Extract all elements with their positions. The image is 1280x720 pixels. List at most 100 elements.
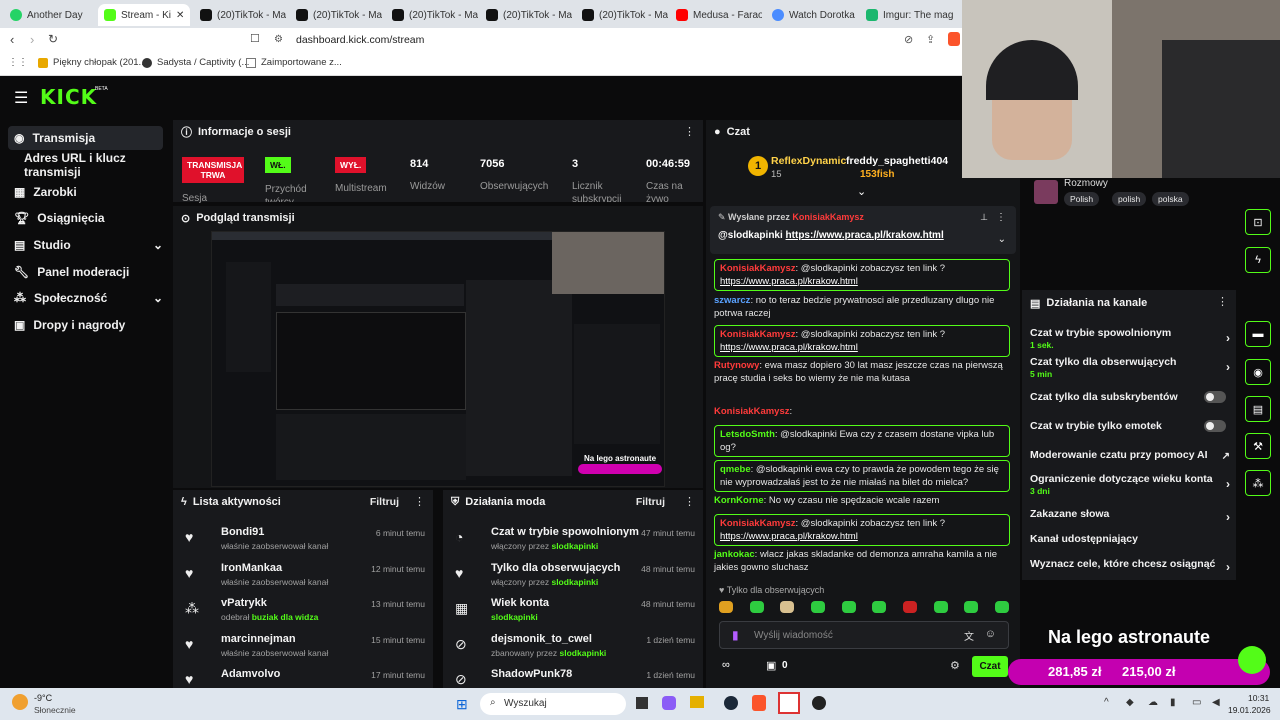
volume-icon[interactable]: ◀ [1212,697,1220,708]
emote[interactable] [994,601,1009,613]
rail-layout-button[interactable]: ▤ [1245,396,1271,422]
clock-date[interactable]: 19.01.2026 [1228,705,1271,715]
nav-studio[interactable]: ▤ Studio ⌄ [8,233,163,257]
windows-start-icon[interactable]: ⊞ [456,696,468,713]
bookmark-item[interactable]: Sadysta / Captivity (... [142,57,249,68]
nav-adres-url[interactable]: Adres URL i klucz transmisji [8,151,163,179]
tray-chevron-icon[interactable]: ^ [1104,697,1109,708]
setting-ai-moderation[interactable]: Moderowanie czatu przy pomocy AI ↗ [1030,449,1230,462]
chat-username[interactable]: KornKorne [714,495,764,506]
browser-tab[interactable]: Watch Dorotka | [766,4,858,26]
url-field[interactable]: dashboard.kick.com/stream [296,34,424,46]
file-explorer-icon[interactable] [690,696,704,708]
tray-app-icon[interactable]: ◆ [1126,697,1134,708]
chat-username[interactable]: LetsdoSmth [720,429,775,440]
camera-off-icon[interactable]: ⊘ [904,33,913,46]
reload-icon[interactable]: ↻ [48,32,58,46]
browser-tab[interactable]: (20)TikTok - Make [576,4,668,26]
nav-transmisja[interactable]: ◉ Transmisja [8,126,163,150]
nav-zarobki[interactable]: ▦ Zarobki [8,180,163,204]
app-icon[interactable] [778,692,800,714]
chat-username[interactable]: KonisiakKamysz [720,518,796,529]
chat-link[interactable]: https://www.praca.pl/krakow.html [720,342,858,353]
kick-logo[interactable]: KICK [40,85,97,109]
browser-tab[interactable]: (20)TikTok - Make [290,4,382,26]
send-chat-button[interactable]: Czat [972,656,1008,677]
browser-tab[interactable]: Another Day [4,4,94,26]
more-icon[interactable]: ⋮ [996,212,1006,223]
task-view-icon[interactable] [636,697,648,709]
top-fan-name[interactable]: freddy_spaghetti404 [846,155,948,167]
browser-tab[interactable]: Imgur: The magi [860,4,954,26]
close-icon[interactable]: ✕ [176,10,184,21]
top-gifter-name[interactable]: ReflexDynamic [771,155,846,167]
browser-tab[interactable]: Medusa - Faraon [670,4,762,26]
nav-osiagniecia[interactable]: 🏆︎ Osiągnięcia [8,206,163,230]
setting-sharing-channel[interactable]: Kanał udostępniający [1030,533,1230,545]
more-icon[interactable]: ⋮ [1217,295,1228,308]
setting-banned-words[interactable]: Zakazane słowa › [1030,508,1230,524]
brave-icon[interactable] [752,695,766,711]
tag[interactable]: polish [1112,192,1147,206]
back-icon[interactable]: ‹ [10,32,14,47]
tray-cloud-icon[interactable]: ☁ [1148,697,1158,708]
rail-camera-button[interactable]: ⊡ [1245,209,1271,235]
toggle-switch[interactable] [1204,391,1226,403]
nav-spolecznosc[interactable]: ⁂ Społeczność ⌄ [8,286,163,310]
menu-icon[interactable]: ☰ [14,88,28,108]
setting-slow-mode[interactable]: Czat w trybie spowolnionym 1 sek. › [1030,327,1230,350]
rail-bolt-button[interactable]: ϟ [1245,247,1271,273]
chat-username[interactable]: jankokac [714,549,755,560]
emote[interactable] [902,601,917,613]
mic-icon[interactable]: ▮ [732,628,739,642]
chat-input-placeholder[interactable]: Wyślij wiadomość [754,630,833,641]
copilot-icon[interactable] [662,696,676,710]
chat-username[interactable]: KonisiakKamysz [720,263,796,274]
network-icon[interactable]: ▭ [1192,697,1201,708]
mic-icon[interactable]: ▮ [1170,697,1176,708]
rail-chat-button[interactable]: ▬ [1245,321,1271,347]
emote[interactable] [841,601,856,613]
tag[interactable]: Polish [1064,192,1100,206]
emote[interactable] [964,601,979,613]
taskbar-search[interactable]: ⌕ Wyszukaj [480,693,626,715]
chat-username[interactable]: KonisiakKamysz [720,329,796,340]
points-icon[interactable]: ▣ [766,659,776,672]
gear-icon[interactable]: ⚙ [950,659,960,672]
nav-dropy[interactable]: ▣ Dropy i nagrody [8,313,163,337]
more-icon[interactable]: ⋮ [684,125,695,138]
chat-username[interactable]: Rutynowy [714,360,759,371]
bookmark-icon[interactable]: ☐ [250,32,260,45]
clock-time[interactable]: 10:31 [1248,693,1269,703]
chevron-down-icon[interactable]: ⌄ [857,185,866,198]
infinity-icon[interactable]: ∞ [722,659,730,671]
emote[interactable] [749,601,764,613]
nav-panel-moderacji[interactable]: 🔧︎ Panel moderacji [8,260,163,284]
setting-goals[interactable]: Wyznacz cele, które chcesz osiągnąć › [1030,558,1230,574]
chat-username[interactable]: KonisiakKamysz [714,406,790,417]
site-info-icon[interactable]: ⚙ [274,34,283,45]
chevron-down-icon[interactable]: ⌄ [998,234,1006,245]
stream-video[interactable]: Na lego astronaute [211,231,665,487]
tag[interactable]: polska [1152,192,1189,206]
rail-broadcast-button[interactable]: ◉ [1245,359,1271,385]
chat-link[interactable]: https://www.praca.pl/krakow.html [720,531,858,542]
steam-icon[interactable] [724,696,738,710]
bookmark-item[interactable]: Piękny chłopak (201... [38,57,146,68]
chat-input[interactable]: ▮ Wyślij wiadomość 文 ☺ [719,621,1009,649]
filter-button[interactable]: Filtruj [370,496,399,508]
toggle-switch[interactable] [1204,420,1226,432]
share-icon[interactable]: ⇪ [926,33,935,46]
weather-icon[interactable] [12,694,28,710]
setting-followers-only[interactable]: Czat tylko dla obserwujących 5 min › [1030,356,1230,379]
emoji-icon[interactable]: ☺ [985,628,996,640]
forward-icon[interactable]: › [30,32,34,47]
translate-icon[interactable]: 文 [964,628,974,643]
setting-account-age[interactable]: Ograniczenie dotyczące wieku konta 3 dni › [1030,473,1230,496]
emote[interactable] [872,601,887,613]
brave-shield-icon[interactable] [948,32,960,46]
app-icon[interactable] [812,696,826,710]
pin-icon[interactable]: ⊥ [980,212,988,223]
rail-community-button[interactable]: ⁂ [1245,470,1271,496]
filter-button[interactable]: Filtruj [636,496,665,508]
